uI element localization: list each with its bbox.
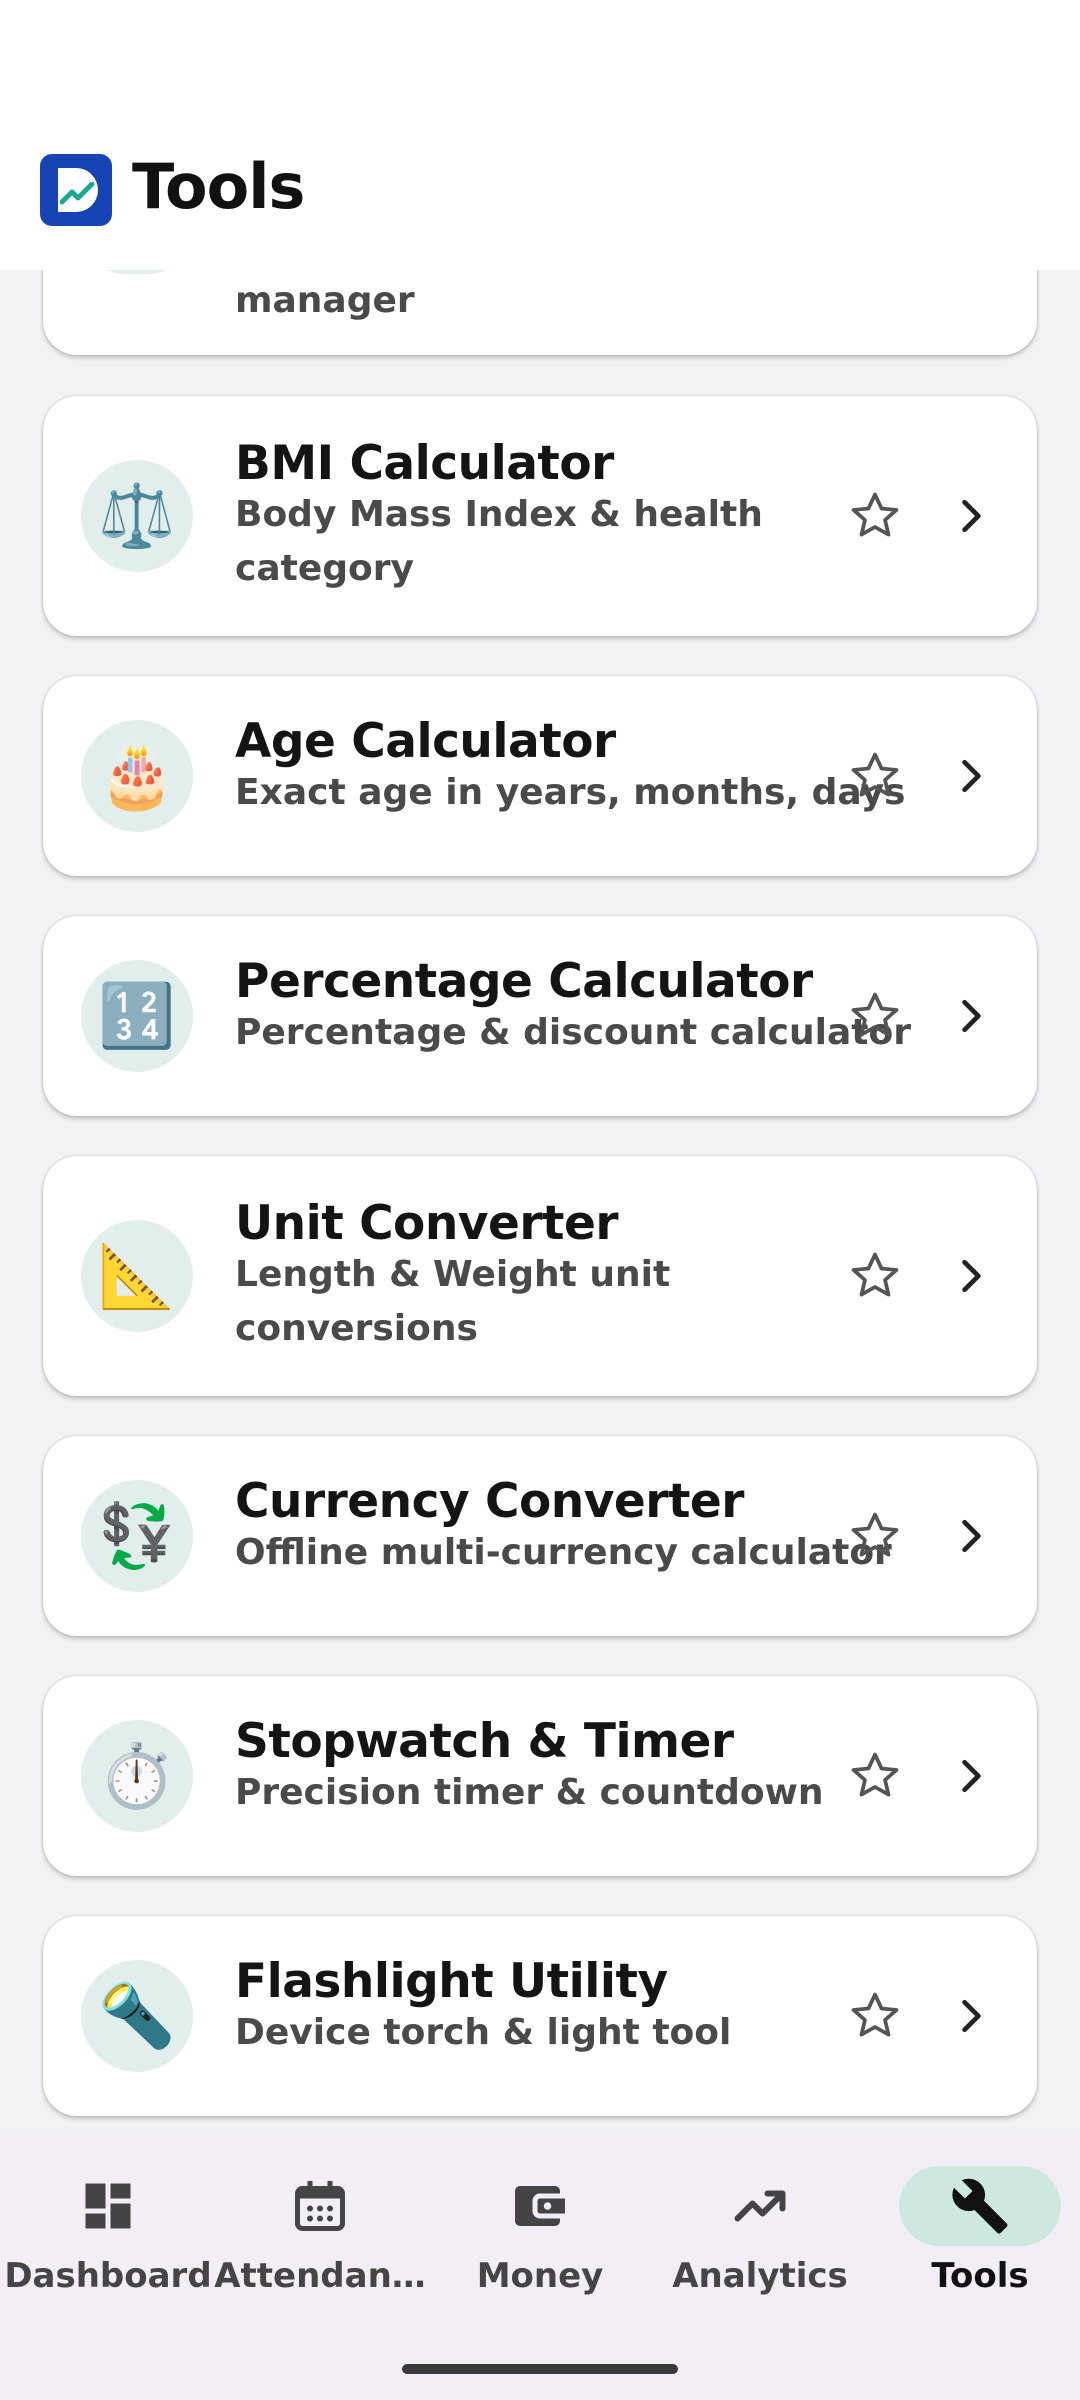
tool-card-flashlight-utility[interactable]: 🔦 Flashlight Utility Device torch & ligh… (43, 1916, 1037, 2116)
tool-subtitle: Offline multi-currency calculator (235, 1532, 892, 1573)
nav-item-tools[interactable]: Tools (872, 2132, 1080, 2332)
tool-card-unit-converter[interactable]: 📐 Unit Converter Length & Weight unit co… (43, 1156, 1037, 1396)
nav-label: Analytics (672, 2256, 848, 2296)
dashboard-icon (85, 2183, 131, 2229)
page-title: Tools (132, 150, 305, 223)
nav-label: Tools (931, 2256, 1029, 2296)
tool-card-currency-converter[interactable]: 💱 Currency Converter Offline multi-curre… (43, 1436, 1037, 1636)
chevron-right-icon (962, 1519, 981, 1553)
tool-title: Unit Converter (235, 1196, 619, 1251)
tool-title: Stopwatch & Timer (235, 1714, 734, 1769)
chevron-right-icon (962, 1999, 981, 2033)
tool-card-age-calculator[interactable]: 🎂 Age Calculator Exact age in years, mon… (43, 676, 1037, 876)
favorite-star-icon[interactable] (847, 748, 903, 804)
tool-title: Currency Converter (235, 1474, 744, 1529)
tool-card-percentage-calculator[interactable]: 🔢 Percentage Calculator Percentage & dis… (43, 916, 1037, 1116)
home-indicator[interactable] (402, 2364, 678, 2374)
ruler-icon: 📐 (81, 1220, 193, 1332)
nav-label: Dashboard (4, 2256, 212, 2296)
chevron-right-icon (962, 1759, 981, 1793)
numbers-icon: 🔢 (81, 960, 193, 1072)
favorite-star-icon[interactable] (847, 1248, 903, 1304)
flashlight-icon: 🔦 (81, 1960, 193, 2072)
nav-item-dashboard[interactable]: Dashboard (0, 2132, 216, 2332)
tool-card-bmi-calculator[interactable]: ⚖️ BMI Calculator Body Mass Index & heal… (43, 396, 1037, 636)
tools-list[interactable]: manager ⚖️ BMI Calculator Body Mass Inde… (0, 270, 1080, 2132)
stopwatch-icon: ⏱️ (81, 1720, 193, 1832)
tool-subtitle: Exact age in years, months, days (235, 772, 906, 813)
tool-title: Flashlight Utility (235, 1954, 668, 2009)
tool-card-stopwatch-timer[interactable]: ⏱️ Stopwatch & Timer Precision timer & c… (43, 1676, 1037, 1876)
tool-title: Age Calculator (235, 714, 616, 769)
nav-label: Money (476, 2256, 604, 2296)
favorite-star-icon[interactable] (847, 1988, 903, 2044)
chevron-right-icon (962, 759, 981, 793)
chevron-right-icon (962, 999, 981, 1033)
bottom-navigation: Dashboard Attendan… Money Analytics Tool… (0, 2132, 1080, 2400)
tool-subtitle: Percentage & discount calculator (235, 1012, 911, 1053)
favorite-star-icon[interactable] (847, 488, 903, 544)
tool-subtitle: Precision timer & countdown (235, 1772, 824, 1813)
app-logo (40, 154, 112, 226)
favorite-star-icon[interactable] (847, 1508, 903, 1564)
tool-title: BMI Calculator (235, 436, 614, 491)
tool-subtitle: Body Mass Index & health category (235, 494, 763, 589)
favorite-star-icon[interactable] (847, 1748, 903, 1804)
nav-item-analytics[interactable]: Analytics (652, 2132, 868, 2332)
tool-card-partial[interactable]: manager (43, 270, 1037, 355)
nav-item-money[interactable]: Money (432, 2132, 648, 2332)
tool-subtitle: manager (235, 280, 415, 321)
favorite-star-icon[interactable] (847, 988, 903, 1044)
tool-icon-partial (81, 270, 193, 274)
calendar-icon (295, 2181, 345, 2231)
tool-subtitle: Length & Weight unit conversions (235, 1254, 671, 1349)
scale-icon: ⚖️ (81, 460, 193, 572)
app-header: Tools (0, 0, 1080, 270)
chevron-right-icon (962, 1259, 981, 1293)
wallet-icon (515, 2186, 565, 2226)
tool-subtitle: Device torch & light tool (235, 2012, 732, 2053)
wrench-icon (952, 2178, 1008, 2234)
tool-title: Percentage Calculator (235, 954, 813, 1009)
cake-icon: 🎂 (81, 720, 193, 832)
chevron-right-icon (962, 499, 981, 533)
nav-item-attendance[interactable]: Attendan… (212, 2132, 428, 2332)
currency-exchange-icon: 💱 (81, 1480, 193, 1592)
trending-up-icon (734, 2190, 786, 2222)
nav-label: Attendan… (214, 2256, 426, 2296)
